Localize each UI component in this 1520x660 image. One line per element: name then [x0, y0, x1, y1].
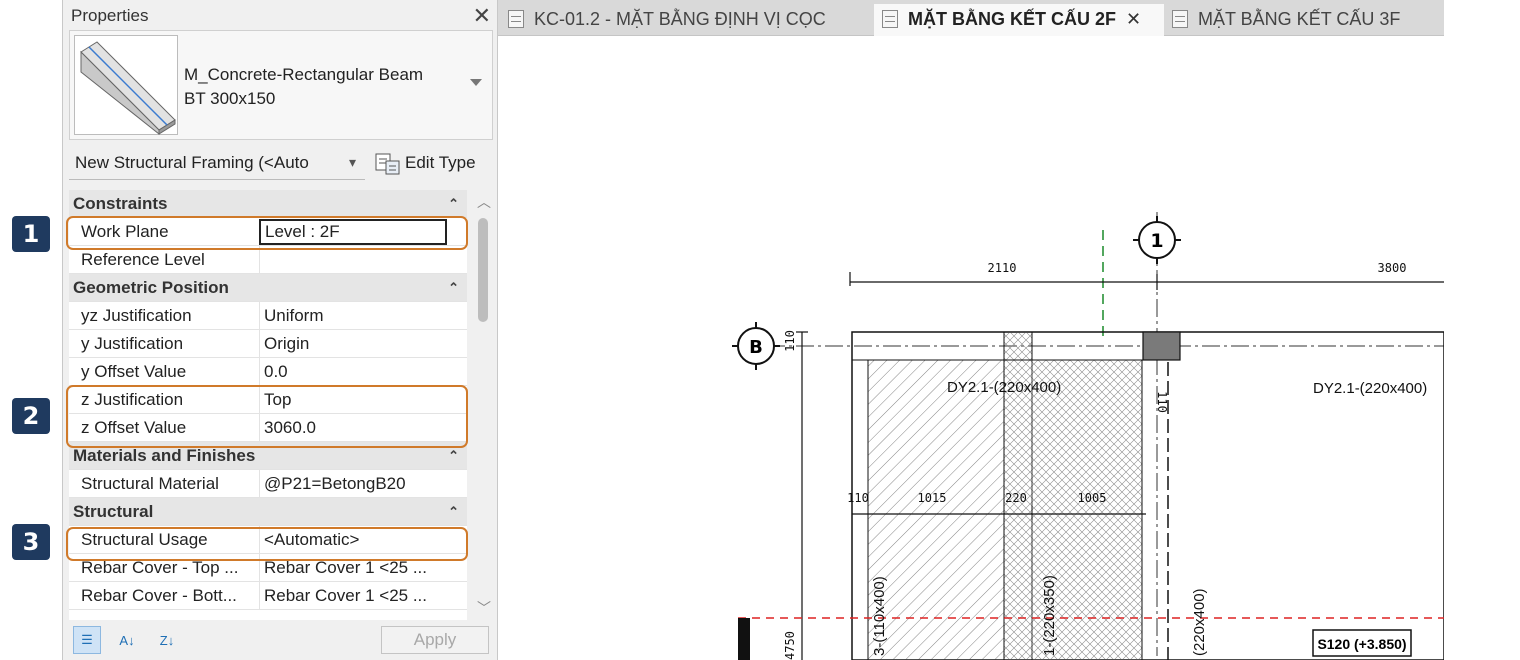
type-selector[interactable]: M_Concrete-Rectangular Beam BT 300x150 — [69, 30, 493, 140]
beam-label: 1-(220x350) — [1041, 575, 1058, 656]
slab-crosshatch-area — [1003, 359, 1143, 660]
dim-label: 2110 — [988, 261, 1017, 275]
edit-type-label: Edit Type — [405, 153, 476, 172]
tab-ket-cau-2f[interactable]: MẶT BẰNG KẾT CẤU 2F ✕ — [874, 4, 1164, 36]
step-badge-1: 1 — [12, 216, 50, 252]
chevron-down-icon[interactable] — [470, 79, 482, 86]
edit-type-icon — [375, 153, 400, 175]
close-icon[interactable]: ✕ — [473, 2, 491, 30]
plan-view-icon — [1172, 10, 1188, 28]
dim-label: 220 — [1005, 491, 1027, 505]
scroll-thumb[interactable] — [478, 218, 488, 322]
type-name: BT 300x150 — [184, 89, 276, 108]
property-row[interactable]: Structural Material @P21=BetongB20 — [69, 470, 467, 498]
grid-label-1: 1 — [1150, 230, 1163, 252]
chevron-down-icon[interactable]: ﹀ — [477, 598, 491, 618]
instance-filter-label: New Structural Framing (<Auto — [75, 153, 309, 172]
property-row[interactable]: Rebar Cover - Bott... Rebar Cover 1 <25 … — [69, 582, 467, 610]
beam-label: 3-(110x400) — [871, 576, 888, 656]
view-tabs: KC-01.2 - MẶT BẰNG ĐỊNH VỊ CỌC MẶT BẰNG … — [498, 0, 1444, 36]
section-constraints[interactable]: Constraints ⌃ — [69, 190, 467, 218]
collapse-icon[interactable]: ⌃ — [448, 498, 459, 526]
column — [1142, 331, 1181, 361]
beam-thumbnail-icon — [74, 35, 178, 136]
dim-label: 1015 — [918, 491, 947, 505]
dim-label: 1005 — [1078, 491, 1107, 505]
sort-category-icon[interactable]: ☰ — [73, 626, 101, 654]
collapse-icon[interactable]: ⌃ — [448, 190, 459, 218]
grid-label-b: B — [749, 337, 763, 358]
dim-label: 110 — [1155, 391, 1169, 413]
scrollbar[interactable]: ︿ ﹀ — [473, 190, 495, 620]
dim-label: 110 — [847, 491, 869, 505]
sort-az-icon[interactable]: A↓ — [113, 626, 141, 654]
dim-label: 4750 — [783, 631, 797, 660]
sort-za-icon[interactable]: Z↓ — [153, 626, 181, 654]
level-tag-label: S120 (+3.850) — [1317, 636, 1406, 652]
dim-label: 3800 — [1378, 261, 1407, 275]
property-row[interactable]: y Offset Value 0.0 — [69, 358, 467, 386]
highlight-work-plane — [66, 216, 468, 250]
drawing-canvas[interactable]: 1 2110 3800 B 110 110 DY2.1-(220x400) DY… — [498, 36, 1444, 660]
property-row[interactable]: Reference Level — [69, 246, 467, 274]
plan-view-icon — [882, 10, 898, 28]
step-badge-2: 2 — [12, 398, 50, 434]
section-geometric-position[interactable]: Geometric Position ⌃ — [69, 274, 467, 302]
beam-label: (220x400) — [1191, 588, 1208, 656]
section-structural[interactable]: Structural ⌃ — [69, 498, 467, 526]
plan-view-icon — [508, 10, 524, 28]
beam-label: DY2.1-(220x400) — [1313, 380, 1427, 397]
close-icon[interactable]: ✕ — [1126, 9, 1141, 29]
instance-filter-dropdown[interactable]: New Structural Framing (<Auto — [69, 148, 365, 180]
tab-dinh-vi-coc[interactable]: KC-01.2 - MẶT BẰNG ĐỊNH VỊ CỌC — [508, 4, 826, 36]
dim-label: 110 — [783, 330, 797, 352]
properties-panel: Properties ✕ M_Concrete-Rectangular Beam… — [62, 0, 498, 660]
collapse-icon[interactable]: ⌃ — [448, 274, 459, 302]
highlight-structural-usage — [66, 527, 468, 561]
chevron-up-icon[interactable]: ︿ — [477, 192, 491, 212]
properties-footer: ☰ A↓ Z↓ Apply — [69, 624, 493, 658]
beam-label: DY2.1-(220x400) — [947, 379, 1061, 396]
property-row[interactable]: y Justification Origin — [69, 330, 467, 358]
tab-ket-cau-3f[interactable]: MẶT BẰNG KẾT CẤU 3F — [1172, 4, 1400, 36]
edit-type-button[interactable]: Edit Type — [375, 148, 493, 180]
chevron-down-icon[interactable]: ▾ — [349, 154, 356, 171]
apply-button[interactable]: Apply — [381, 626, 489, 654]
property-row[interactable]: yz Justification Uniform — [69, 302, 467, 330]
step-badge-3: 3 — [12, 524, 50, 560]
panel-title: Properties — [71, 6, 149, 25]
slab-hatch-area — [867, 359, 1005, 660]
highlight-z-justification — [66, 385, 468, 448]
family-name: M_Concrete-Rectangular Beam — [184, 65, 424, 84]
